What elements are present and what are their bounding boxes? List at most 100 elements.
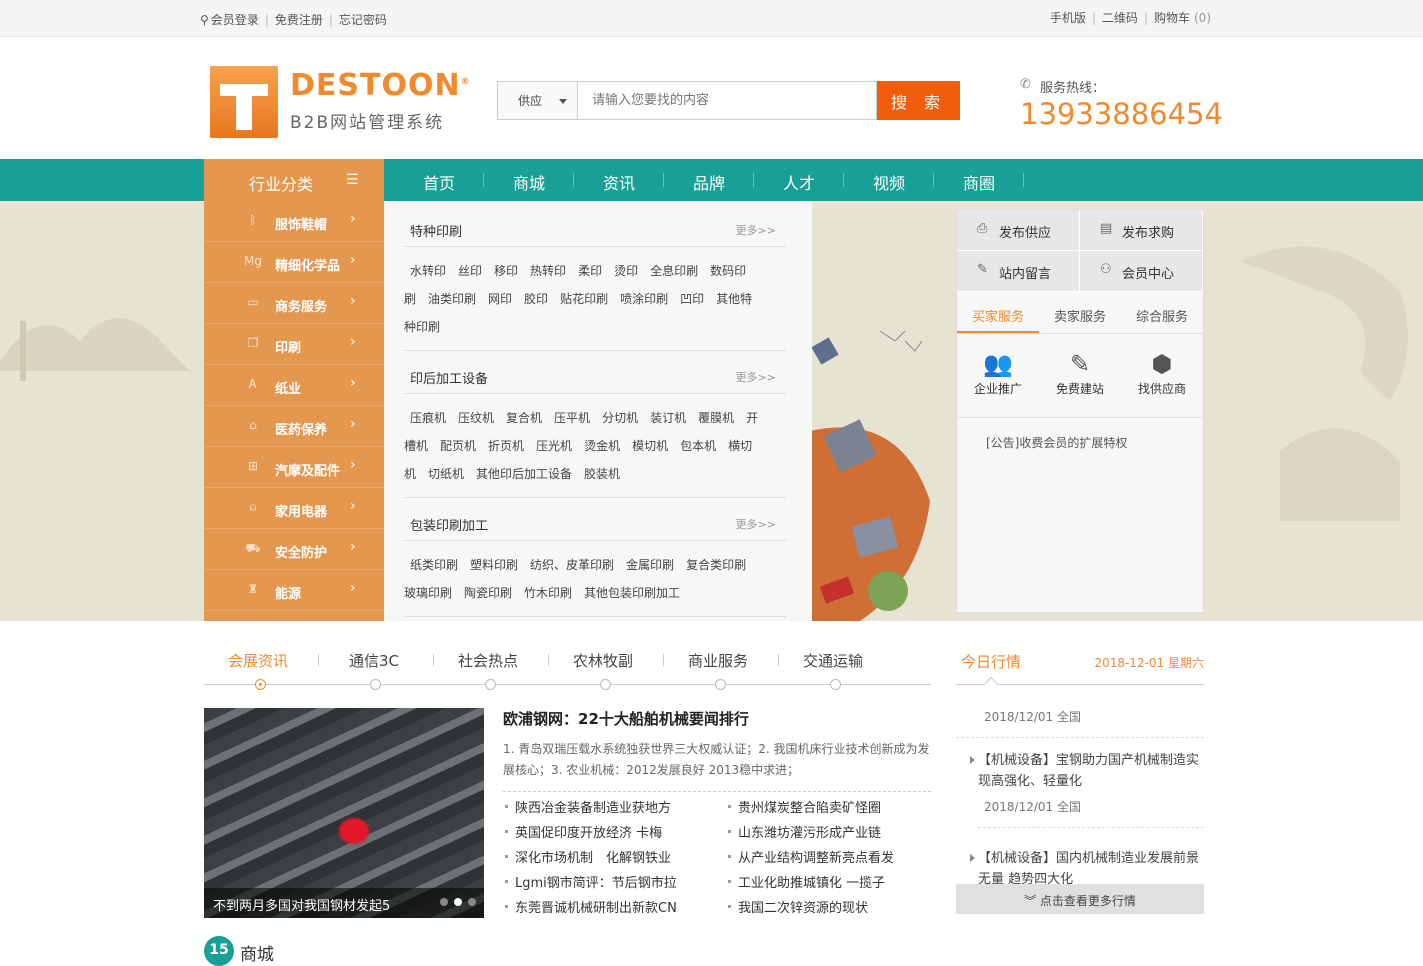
nav-item[interactable]: 资讯 bbox=[574, 159, 664, 201]
subcategory-link[interactable]: 水转印 bbox=[410, 264, 446, 278]
nav-item[interactable]: 品牌 bbox=[664, 159, 754, 201]
tab-dot[interactable] bbox=[255, 679, 266, 690]
section-title[interactable]: 包装印刷加工 bbox=[410, 519, 488, 534]
subcategory-link[interactable]: 其他印后加工设备 bbox=[476, 467, 572, 481]
category-item[interactable]: ᛒ 服饰鞋帽 › bbox=[204, 201, 384, 242]
tab-dot[interactable] bbox=[715, 679, 726, 690]
subcategory-link[interactable]: 机 bbox=[404, 467, 416, 481]
section-title[interactable]: 印后加工设备 bbox=[410, 372, 488, 387]
tab-dot[interactable] bbox=[370, 679, 381, 690]
subcategory-link[interactable]: 压痕机 bbox=[410, 411, 446, 425]
subcategory-link[interactable]: 复合类印刷 bbox=[686, 558, 746, 572]
subcategory-link[interactable]: 玻璃印刷 bbox=[404, 586, 452, 600]
category-item[interactable]: ⊞ 汽摩及配件 › bbox=[204, 447, 384, 488]
register-link[interactable]: 免费注册 bbox=[275, 11, 323, 28]
category-item[interactable]: ⛟ 安全防护 › bbox=[204, 529, 384, 570]
tab-dot[interactable] bbox=[830, 679, 841, 690]
news-image[interactable]: 不到两月多国对我国钢材发起5 bbox=[204, 708, 484, 918]
market-item-title[interactable]: 【机械设备】宝钢助力国产机械制造实现高强化、轻量化 bbox=[978, 750, 1204, 792]
category-item[interactable]: ⌂ 医药保养 › bbox=[204, 406, 384, 447]
quick-button[interactable]: ✎ 站内留言 bbox=[957, 251, 1080, 292]
category-item[interactable]: ▭ 商务服务 › bbox=[204, 283, 384, 324]
subcategory-link[interactable]: 塑料印刷 bbox=[470, 558, 518, 572]
subcategory-link[interactable]: 烫印 bbox=[614, 264, 638, 278]
subcategory-link[interactable]: 其他特 bbox=[716, 292, 752, 306]
service-tab[interactable]: 综合服务 bbox=[1121, 294, 1203, 333]
subcategory-link[interactable]: 纺织、皮革印刷 bbox=[530, 558, 614, 572]
search-type-select[interactable]: 供应 bbox=[497, 81, 578, 120]
service-tab[interactable]: 卖家服务 bbox=[1039, 294, 1121, 333]
subcategory-link[interactable]: 折页机 bbox=[488, 439, 524, 453]
news-tab[interactable]: 交通运输 bbox=[803, 650, 863, 671]
category-menu-head[interactable]: 行业分类 ☰ bbox=[204, 159, 384, 201]
service-item[interactable]: ✎ 免费建站 bbox=[1039, 334, 1121, 417]
nav-item[interactable]: 商圈 bbox=[934, 159, 1024, 201]
more-link[interactable]: 更多>> bbox=[736, 369, 776, 385]
market-item[interactable]: 【机械设备】宝钢助力国产机械制造实现高强化、轻量化 2018/12/01 全国 bbox=[956, 750, 1204, 848]
subcategory-link[interactable]: 陶瓷印刷 bbox=[464, 586, 512, 600]
subcategory-link[interactable]: 竹木印刷 bbox=[524, 586, 572, 600]
quick-button[interactable]: ⎙ 发布供应 bbox=[957, 210, 1080, 251]
subcategory-link[interactable]: 纸类印刷 bbox=[410, 558, 458, 572]
subcategory-link[interactable]: 全息印刷 bbox=[650, 264, 698, 278]
quick-button[interactable]: ▤ 发布求购 bbox=[1080, 210, 1203, 251]
more-link[interactable]: 更多>> bbox=[736, 516, 776, 532]
subcategory-link[interactable]: 热转印 bbox=[530, 264, 566, 278]
news-tab[interactable]: 通信3C bbox=[349, 650, 399, 671]
search-input[interactable] bbox=[577, 81, 877, 120]
subcategory-link[interactable]: 模切机 bbox=[632, 439, 668, 453]
news-list-item[interactable]: 陕西冶金装备制造业获地方 bbox=[503, 797, 726, 822]
mobile-link[interactable]: 手机版 bbox=[1050, 9, 1086, 26]
nav-item[interactable]: 首页 bbox=[394, 159, 484, 201]
subcategory-link[interactable]: 压光机 bbox=[536, 439, 572, 453]
news-tab[interactable]: 商业服务 bbox=[688, 650, 748, 671]
subcategory-link[interactable]: 槽机 bbox=[404, 439, 428, 453]
nav-item[interactable]: 视频 bbox=[844, 159, 934, 201]
category-item[interactable]: ⍝ 家用电器 › bbox=[204, 488, 384, 529]
news-list-item[interactable]: 东莞晋诚机械研制出新款CN bbox=[503, 897, 726, 922]
subcategory-link[interactable]: 种印刷 bbox=[404, 320, 440, 334]
subcategory-link[interactable]: 烫金机 bbox=[584, 439, 620, 453]
subcategory-link[interactable]: 装订机 bbox=[650, 411, 686, 425]
service-item[interactable]: ⬢ 找供应商 bbox=[1121, 334, 1203, 417]
news-list-item[interactable]: 工业化助推城镇化 一揽子 bbox=[726, 872, 931, 897]
subcategory-link[interactable]: 油类印刷 bbox=[428, 292, 476, 306]
tab-dot[interactable] bbox=[600, 679, 611, 690]
news-list-item[interactable]: 我国二次锌资源的现状 bbox=[726, 897, 931, 922]
nav-item[interactable]: 商城 bbox=[484, 159, 574, 201]
qrcode-link[interactable]: 二维码 bbox=[1102, 9, 1138, 26]
subcategory-link[interactable]: 凹印 bbox=[680, 292, 704, 306]
subcategory-link[interactable]: 切纸机 bbox=[428, 467, 464, 481]
site-logo[interactable]: DESTOON® B2B网站管理系统 bbox=[210, 66, 470, 141]
category-item[interactable]: ❐ 印刷 › bbox=[204, 324, 384, 365]
news-tab[interactable]: 社会热点 bbox=[458, 650, 518, 671]
subcategory-link[interactable]: 贴花印刷 bbox=[560, 292, 608, 306]
subcategory-link[interactable]: 复合机 bbox=[506, 411, 542, 425]
image-caption[interactable]: 不到两月多国对我国钢材发起5 bbox=[204, 888, 484, 918]
subcategory-link[interactable]: 压平机 bbox=[554, 411, 590, 425]
subcategory-link[interactable]: 胶印 bbox=[524, 292, 548, 306]
subcategory-link[interactable]: 包本机 bbox=[680, 439, 716, 453]
notice-link[interactable]: [公告]收费会员的扩展特权 bbox=[957, 418, 1203, 451]
subcategory-link[interactable]: 丝印 bbox=[458, 264, 482, 278]
service-item[interactable]: 👥 企业推广 bbox=[957, 334, 1039, 417]
subcategory-link[interactable]: 开 bbox=[746, 411, 758, 425]
subcategory-link[interactable]: 其他包装印刷加工 bbox=[584, 586, 680, 600]
login-link[interactable]: 会员登录 bbox=[211, 11, 259, 28]
search-button[interactable]: 搜 索 bbox=[877, 81, 960, 120]
tab-dot[interactable] bbox=[485, 679, 496, 690]
subcategory-link[interactable]: 网印 bbox=[488, 292, 512, 306]
more-market-button[interactable]: ︾ 点击查看更多行情 bbox=[956, 884, 1204, 914]
market-item-title[interactable]: 【机械设备】国内机械制造业发展前景无量 趋势四大化 bbox=[978, 848, 1204, 888]
slide-dot[interactable] bbox=[440, 898, 448, 906]
subcategory-link[interactable]: 覆膜机 bbox=[698, 411, 734, 425]
news-headline[interactable]: 欧浦钢网：22十大船舶机械要闻排行 bbox=[503, 708, 931, 729]
news-list-item[interactable]: 英国促印度开放经济 卡梅 bbox=[503, 822, 726, 847]
category-item[interactable]: ♜ 能源 › bbox=[204, 570, 384, 611]
market-title[interactable]: 今日行情 bbox=[961, 651, 1021, 672]
slide-dot-active[interactable] bbox=[454, 898, 462, 906]
nav-item[interactable]: 人才 bbox=[754, 159, 844, 201]
subcategory-link[interactable]: 移印 bbox=[494, 264, 518, 278]
more-link[interactable]: 更多>> bbox=[736, 222, 776, 238]
slide-dot[interactable] bbox=[468, 898, 476, 906]
